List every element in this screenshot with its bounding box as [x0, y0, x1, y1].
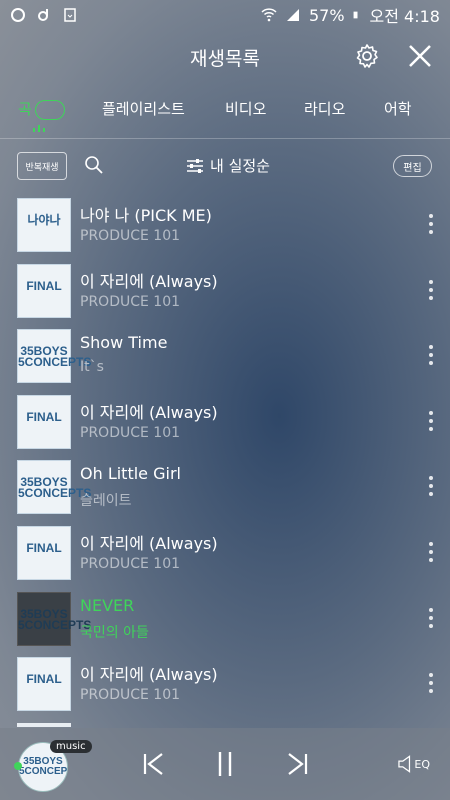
album-art: 나야나 [17, 198, 71, 252]
song-artist: 슬레이트 [80, 493, 132, 509]
song-title: 이 자리에 (Always) [80, 534, 218, 553]
battery-icon [353, 11, 358, 19]
song-title: NEVER [80, 596, 135, 615]
previous-track-icon[interactable] [140, 750, 166, 778]
song-title: 이 자리에 (Always) [80, 272, 218, 291]
album-art: 35BOYS 5CONCEPTS [17, 329, 91, 383]
clock: 오전 4:18 [369, 7, 440, 26]
more-options-icon[interactable] [428, 542, 434, 564]
active-tab-indicator-icon [33, 125, 45, 132]
more-options-icon[interactable] [428, 476, 434, 498]
song-artist: PRODUCE 101 [80, 556, 181, 572]
song-title: 이 자리에 (Always) [80, 403, 218, 422]
tab-songs-label: 곡 [18, 100, 32, 118]
status-bar: 57% 오전 4:18 [0, 0, 450, 30]
tab-bar: 곡 플레이리스트 비디오 라디오 어학 [0, 84, 450, 139]
tab-language[interactable]: 어학 [384, 98, 412, 119]
song-row[interactable]: 나야나 나야 나 (PICK ME) PRODUCE 101 [0, 192, 450, 258]
playing-indicator [14, 762, 22, 770]
eq-label: EQ [414, 757, 430, 771]
sort-button[interactable]: 내 실정순 [186, 155, 270, 176]
album-art: FINAL [17, 395, 71, 449]
playlist-header: 재생목록 [0, 30, 450, 84]
app-notification-icon [11, 8, 25, 22]
album-art: FINAL [17, 526, 71, 580]
close-icon[interactable] [406, 42, 434, 70]
more-options-icon[interactable] [428, 345, 434, 367]
album-art: FINAL [17, 264, 71, 318]
partial-album-art [17, 723, 71, 727]
search-icon[interactable] [84, 155, 104, 175]
song-title: 나야 나 (PICK ME) [80, 206, 212, 225]
tab-playlists[interactable]: 플레이리스트 [102, 98, 185, 119]
sort-sliders-icon [187, 158, 203, 173]
song-title: 이 자리에 (Always) [80, 665, 218, 684]
album-art: FINAL [17, 657, 71, 711]
mini-player: 35BOYS 5CONCEPTS music EQ [0, 728, 450, 800]
song-artist: PRODUCE 101 [80, 687, 181, 703]
song-artist: PRODUCE 101 [80, 425, 181, 441]
album-art: 35BOYS 5CONCEPTS [17, 592, 91, 646]
signal-icon [286, 9, 299, 21]
speaker-icon [398, 755, 411, 773]
list-toolbar: 반복재생 내 실정순 편집 [0, 138, 450, 192]
sort-label: 내 실정순 [210, 157, 270, 175]
song-row[interactable]: FINAL 이 자리에 (Always) PRODUCE 101 [0, 258, 450, 324]
more-options-icon[interactable] [428, 411, 434, 433]
album-art: 35BOYS 5CONCEPTS [17, 460, 91, 514]
song-artist: PRODUCE 101 [80, 228, 181, 244]
tab-radio[interactable]: 라디오 [304, 98, 345, 119]
next-track-icon[interactable] [285, 750, 311, 778]
pause-icon[interactable] [212, 750, 238, 778]
wifi-icon [261, 8, 277, 22]
song-row[interactable]: FINAL 이 자리에 (Always) PRODUCE 101 [0, 520, 450, 586]
song-row[interactable]: 35BOYS 5CONCEPTS Oh Little Girl 슬레이트 [0, 454, 450, 520]
more-options-icon[interactable] [428, 214, 434, 236]
eq-button[interactable]: EQ [398, 752, 430, 776]
more-options-icon[interactable] [428, 280, 434, 302]
edit-button[interactable]: 편집 [393, 155, 432, 177]
repeat-button[interactable]: 반복재생 [17, 152, 67, 180]
song-artist: PRODUCE 101 [80, 294, 181, 310]
song-title: Oh Little Girl [80, 464, 181, 483]
song-artist: 국민의 아들 [80, 625, 149, 641]
tab-video[interactable]: 비디오 [225, 98, 266, 119]
song-title: Show Time [80, 333, 168, 352]
music-notification-icon [38, 9, 48, 21]
song-row[interactable]: 35BOYS 5CONCEPTS Show Time It`s [0, 323, 450, 389]
battery-percent: 57% [308, 5, 345, 25]
song-artist: It`s [80, 359, 104, 375]
settings-gear-icon[interactable] [354, 43, 380, 69]
song-count-badge [34, 99, 65, 120]
download-notification-icon [64, 8, 76, 22]
music-tag: music [50, 740, 92, 753]
more-options-icon[interactable] [428, 673, 434, 695]
song-row-now-playing[interactable]: 35BOYS 5CONCEPTS NEVER 국민의 아들 [0, 586, 450, 652]
song-row[interactable]: FINAL 이 자리에 (Always) PRODUCE 101 [0, 389, 450, 455]
more-options-icon[interactable] [428, 608, 434, 630]
tab-songs[interactable]: 곡 [18, 98, 65, 120]
song-row[interactable]: FINAL 이 자리에 (Always) PRODUCE 101 [0, 651, 450, 717]
page-title: 재생목록 [190, 48, 260, 70]
